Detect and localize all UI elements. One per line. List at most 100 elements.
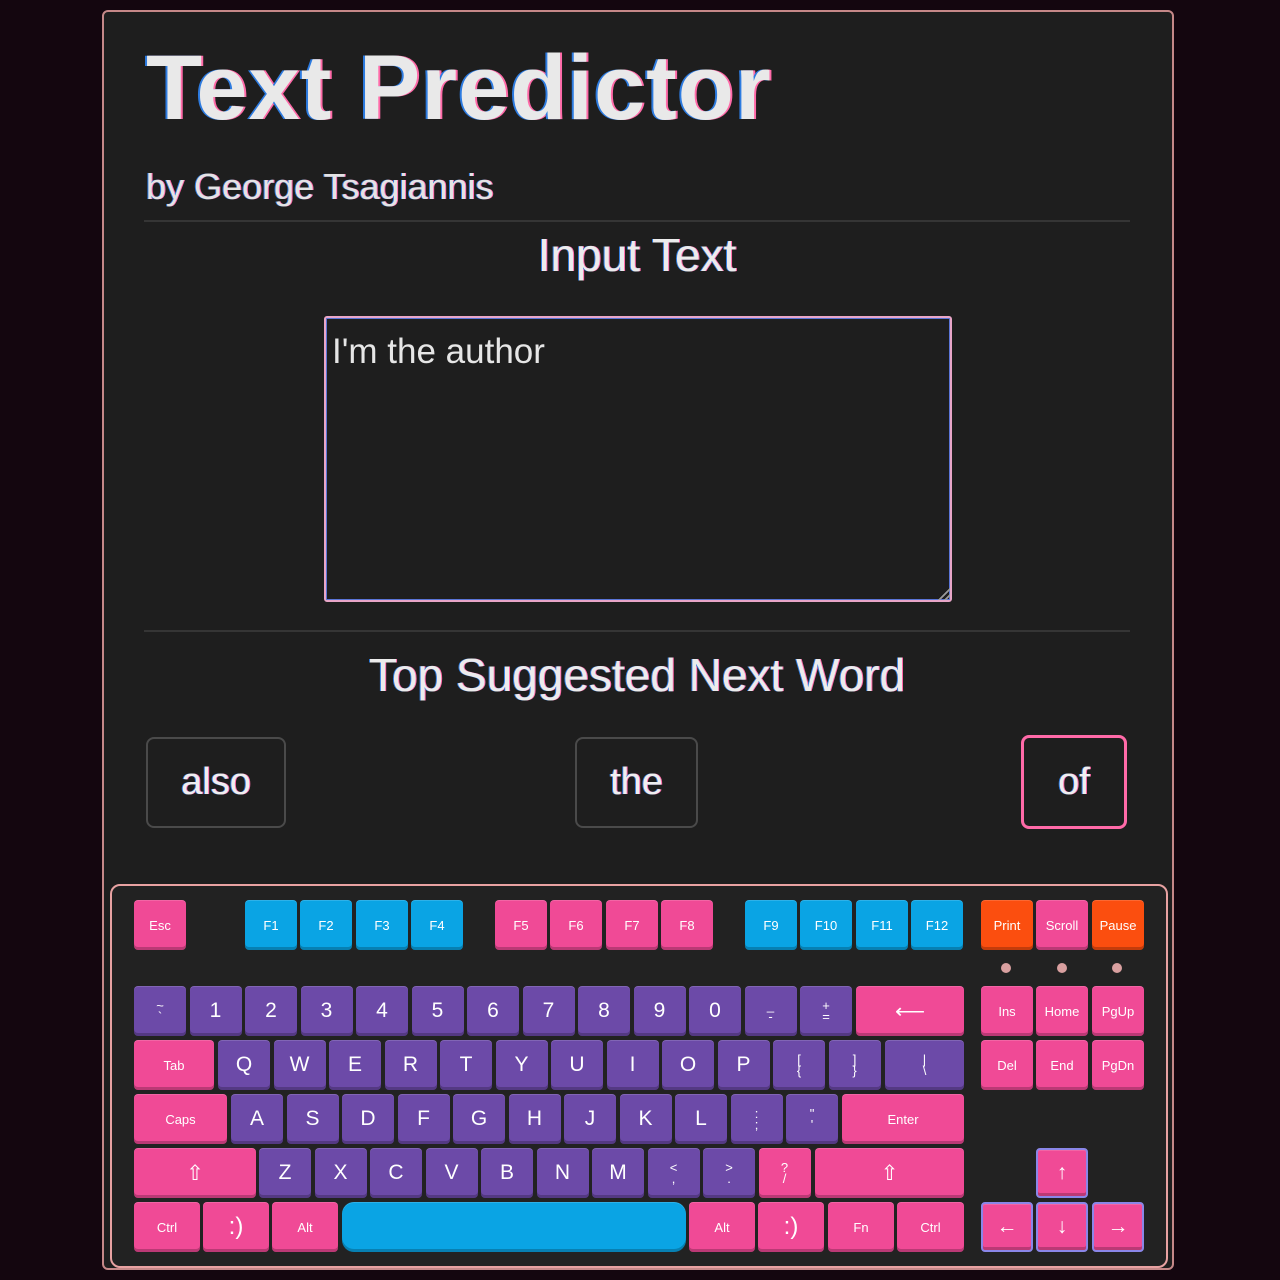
- key-ins[interactable]: Ins: [981, 986, 1033, 1036]
- key-ctrl[interactable]: Ctrl: [134, 1202, 200, 1252]
- key-shift[interactable]: ⇧: [815, 1148, 964, 1198]
- key-p[interactable]: P: [717, 1040, 770, 1090]
- key-base-glyph: {: [796, 1063, 802, 1078]
- key-caps[interactable]: Caps: [134, 1094, 227, 1144]
- key-r[interactable]: R: [384, 1040, 437, 1090]
- key-b[interactable]: B: [481, 1148, 533, 1198]
- key-base-glyph: }: [852, 1063, 857, 1078]
- key-0[interactable]: 0: [689, 986, 741, 1036]
- key-f11[interactable]: F11: [856, 900, 908, 950]
- key-f3[interactable]: F3: [356, 900, 408, 950]
- key-fn[interactable]: Fn: [828, 1202, 894, 1252]
- key-tab[interactable]: Tab: [134, 1040, 214, 1090]
- key-f[interactable]: F: [397, 1094, 450, 1144]
- key-c[interactable]: C: [370, 1148, 422, 1198]
- key-arrow-up[interactable]: ↑: [1036, 1148, 1088, 1198]
- key-7[interactable]: 7: [522, 986, 575, 1036]
- key-f12[interactable]: F12: [911, 900, 963, 950]
- key-comma[interactable]: <,: [647, 1148, 700, 1198]
- key-s[interactable]: S: [286, 1094, 339, 1144]
- key-base-glyph: ;: [754, 1117, 759, 1132]
- key-ctrl[interactable]: Ctrl: [897, 1202, 964, 1252]
- key-end[interactable]: End: [1036, 1040, 1088, 1090]
- key-e[interactable]: E: [329, 1040, 381, 1090]
- key-f9[interactable]: F9: [745, 900, 797, 950]
- key-w[interactable]: W: [273, 1040, 326, 1090]
- key-a[interactable]: A: [231, 1094, 283, 1144]
- key-f2[interactable]: F2: [300, 900, 352, 950]
- key-x[interactable]: X: [314, 1148, 367, 1198]
- key-z[interactable]: Z: [259, 1148, 311, 1198]
- input-text-area[interactable]: [324, 316, 952, 602]
- key-bracket-right[interactable]: ]}: [828, 1040, 881, 1090]
- suggestion-button-2[interactable]: the: [575, 737, 698, 828]
- indicator-light: [1112, 963, 1122, 973]
- key-y[interactable]: Y: [495, 1040, 548, 1090]
- key-enter[interactable]: Enter: [842, 1094, 964, 1144]
- key-pgup[interactable]: PgUp: [1092, 986, 1144, 1036]
- key-3[interactable]: 3: [300, 986, 353, 1036]
- key-i[interactable]: I: [606, 1040, 659, 1090]
- key-space[interactable]: [342, 1202, 686, 1252]
- key-period[interactable]: >.: [703, 1148, 755, 1198]
- key-4[interactable]: 4: [356, 986, 408, 1036]
- key-m[interactable]: M: [592, 1148, 644, 1198]
- key-g[interactable]: G: [453, 1094, 505, 1144]
- key-u[interactable]: U: [551, 1040, 603, 1090]
- key-smiley[interactable]: :): [758, 1202, 824, 1252]
- key-2[interactable]: 2: [245, 986, 297, 1036]
- key-pgdn[interactable]: PgDn: [1092, 1040, 1144, 1090]
- key-arrow-left[interactable]: ←: [981, 1202, 1033, 1252]
- key-base-glyph: ': [810, 1117, 814, 1132]
- key-smiley[interactable]: :): [203, 1202, 269, 1252]
- key-f1[interactable]: F1: [245, 900, 297, 950]
- key-n[interactable]: N: [536, 1148, 589, 1198]
- key-f6[interactable]: F6: [550, 900, 602, 950]
- key-f8[interactable]: F8: [661, 900, 713, 950]
- key-quote[interactable]: " ': [786, 1094, 838, 1144]
- key-base-glyph: \: [922, 1063, 927, 1078]
- key-1[interactable]: 1: [189, 986, 242, 1036]
- key-t[interactable]: T: [440, 1040, 492, 1090]
- key-f4[interactable]: F4: [411, 900, 463, 950]
- key-tilde[interactable]: ~ `: [134, 986, 186, 1036]
- key-l[interactable]: L: [675, 1094, 727, 1144]
- key-backslash[interactable]: | \: [885, 1040, 964, 1090]
- key-f5[interactable]: F5: [495, 900, 547, 950]
- key-pause[interactable]: Pause: [1092, 900, 1144, 950]
- key-k[interactable]: K: [619, 1094, 672, 1144]
- key-8[interactable]: 8: [578, 986, 630, 1036]
- key-base-glyph: .: [727, 1171, 731, 1186]
- key-f10[interactable]: F10: [800, 900, 852, 950]
- key-alt[interactable]: Alt: [272, 1202, 338, 1252]
- key-o[interactable]: O: [662, 1040, 714, 1090]
- resize-handle-icon[interactable]: [938, 588, 950, 600]
- key-5[interactable]: 5: [411, 986, 464, 1036]
- key-9[interactable]: 9: [633, 986, 686, 1036]
- key-v[interactable]: V: [425, 1148, 478, 1198]
- key-backspace[interactable]: ⟵: [856, 986, 964, 1036]
- suggestion-button-3[interactable]: of: [1021, 735, 1127, 829]
- key-f7[interactable]: F7: [606, 900, 658, 950]
- key-del[interactable]: Del: [981, 1040, 1033, 1090]
- key-arrow-down[interactable]: ↓: [1036, 1202, 1088, 1252]
- author-byline: by George Tsagiannis: [146, 166, 494, 207]
- key-plus[interactable]: + =: [800, 986, 852, 1036]
- key-semicolon[interactable]: :;: [730, 1094, 783, 1144]
- key-arrow-right[interactable]: →: [1092, 1202, 1144, 1252]
- key-slash[interactable]: ? /: [758, 1148, 811, 1198]
- key-bracket-left[interactable]: [{: [773, 1040, 825, 1090]
- key-home[interactable]: Home: [1036, 986, 1088, 1036]
- key-6[interactable]: 6: [467, 986, 519, 1036]
- key-scroll[interactable]: Scroll: [1036, 900, 1088, 950]
- key-minus[interactable]: _ -: [744, 986, 797, 1036]
- key-alt[interactable]: Alt: [689, 1202, 755, 1252]
- key-j[interactable]: J: [564, 1094, 616, 1144]
- key-shift[interactable]: ⇧: [134, 1148, 256, 1198]
- key-print[interactable]: Print: [981, 900, 1033, 950]
- key-q[interactable]: Q: [218, 1040, 270, 1090]
- key-esc[interactable]: Esc: [134, 900, 186, 950]
- suggestion-button-1[interactable]: also: [146, 737, 286, 828]
- key-h[interactable]: H: [508, 1094, 561, 1144]
- key-d[interactable]: D: [342, 1094, 394, 1144]
